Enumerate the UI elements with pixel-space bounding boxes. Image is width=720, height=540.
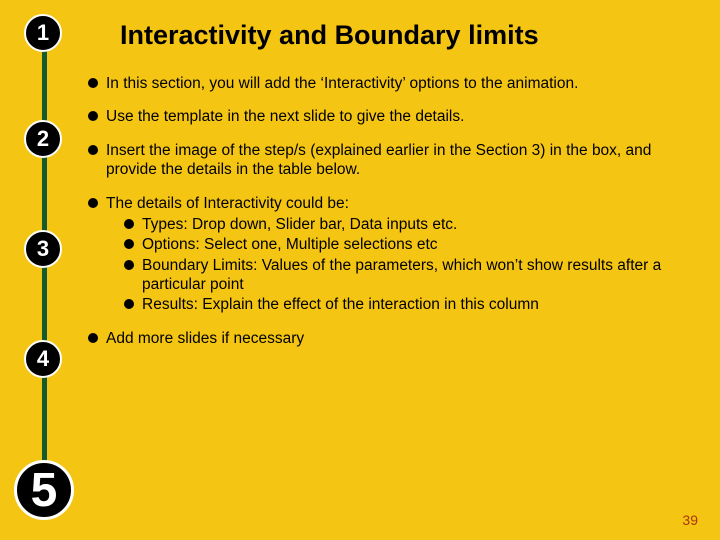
step-2: 2 (24, 120, 62, 158)
slide-content: In this section, you will add the ‘Inter… (88, 74, 698, 362)
stepper: 1 2 3 4 5 (14, 10, 74, 530)
bullet-item: Insert the image of the step/s (explaine… (88, 141, 698, 180)
step-3: 3 (24, 230, 62, 268)
sub-item: Options: Select one, Multiple selections… (124, 235, 698, 254)
page-number: 39 (682, 512, 698, 528)
sub-item: Boundary Limits: Values of the parameter… (124, 256, 698, 295)
slide-title: Interactivity and Boundary limits (120, 20, 539, 51)
bullet-item: Add more slides if necessary (88, 329, 698, 348)
step-1: 1 (24, 14, 62, 52)
bullet-text: The details of Interactivity could be: (106, 195, 349, 212)
bullet-item: In this section, you will add the ‘Inter… (88, 74, 698, 93)
bullet-item: Use the template in the next slide to gi… (88, 107, 698, 126)
step-5-current: 5 (14, 460, 74, 520)
sub-item: Results: Explain the effect of the inter… (124, 295, 698, 314)
sub-list: Types: Drop down, Slider bar, Data input… (106, 215, 698, 315)
step-4: 4 (24, 340, 62, 378)
bullet-item: The details of Interactivity could be: T… (88, 194, 698, 315)
sub-item: Types: Drop down, Slider bar, Data input… (124, 215, 698, 234)
